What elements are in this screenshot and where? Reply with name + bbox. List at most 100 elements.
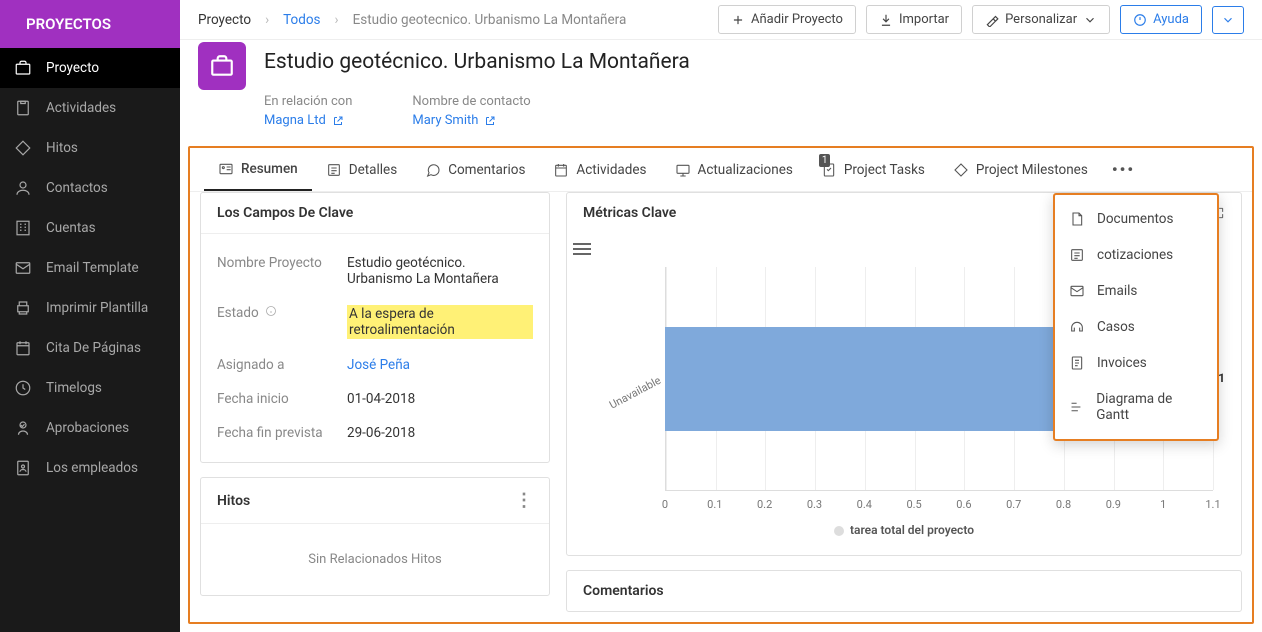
contact-value: Mary Smith	[412, 113, 478, 128]
sidebar-item-timelogs[interactable]: Timelogs	[0, 368, 180, 408]
btn-label: Ayuda	[1153, 12, 1189, 27]
chart-xtick: 0.7	[1006, 498, 1021, 511]
main: Proyecto › Todos › Estudio geotecnico. U…	[180, 0, 1262, 632]
relation-link[interactable]: Magna Ltd	[264, 113, 344, 128]
contact-link[interactable]: Mary Smith	[412, 113, 496, 128]
sidebar-item-proyecto[interactable]: Proyecto	[0, 48, 180, 88]
info-icon	[265, 305, 277, 317]
dd-label: cotizaciones	[1097, 247, 1173, 263]
field-label-inicio: Fecha inicio	[217, 391, 347, 407]
sidebar-item-empleados[interactable]: Los empleados	[0, 448, 180, 488]
btn-label: Añadir Proyecto	[751, 12, 843, 27]
metrics-heading: Métricas Clave	[583, 205, 676, 221]
sidebar-item-hitos[interactable]: Hitos	[0, 128, 180, 168]
chart-legend: tarea total del proyecto	[585, 523, 1223, 537]
field-value-nombre: Estudio geotécnico. Urbanismo La Montañe…	[347, 255, 533, 287]
hitos-card: Hitos ⋮ Sin Relacionados Hitos	[200, 477, 550, 596]
tab-resumen[interactable]: Resumen	[204, 149, 312, 191]
tabs-more[interactable]: •••	[1102, 148, 1145, 191]
tab-label: Project Tasks	[844, 162, 925, 178]
chart-bar-label: 1	[1218, 371, 1225, 385]
tab-label: Comentarios	[448, 162, 525, 178]
dd-cotizaciones[interactable]: cotizaciones	[1055, 237, 1217, 273]
card-heading: Los Campos De Clave	[201, 193, 549, 234]
tab-label: Project Milestones	[976, 162, 1088, 178]
breadcrumb-root[interactable]: Proyecto	[198, 12, 251, 28]
field-label-nombre: Nombre Proyecto	[217, 255, 347, 287]
tab-label: Detalles	[349, 162, 397, 178]
tab-detalles[interactable]: Detalles	[312, 150, 411, 190]
sidebar-item-cita[interactable]: Cita De Páginas	[0, 328, 180, 368]
btn-label: Importar	[899, 12, 949, 27]
sidebar-label: Los empleados	[46, 460, 138, 476]
chart-xtick: 0.3	[807, 498, 822, 511]
sidebar-item-imprimir[interactable]: Imprimir Plantilla	[0, 288, 180, 328]
field-label-fin: Fecha fin prevista	[217, 425, 347, 441]
card-heading: Hitos	[217, 493, 250, 509]
tab-project-tasks[interactable]: 1 Project Tasks	[807, 150, 939, 190]
customize-button[interactable]: Personalizar	[972, 5, 1110, 34]
page-title: Estudio geotécnico. Urbanismo La Montañe…	[264, 50, 690, 74]
sidebar-title: PROYECTOS	[26, 15, 111, 33]
add-project-button[interactable]: Añadir Proyecto	[718, 5, 856, 34]
help-button[interactable]: Ayuda	[1120, 5, 1202, 34]
dd-invoices[interactable]: Invoices	[1055, 345, 1217, 381]
sidebar-item-cuentas[interactable]: Cuentas	[0, 208, 180, 248]
relation-value: Magna Ltd	[264, 113, 326, 128]
tabs-overflow-menu: Documentos cotizaciones Emails Casos Inv…	[1053, 193, 1219, 441]
chevron-down-icon	[1083, 13, 1097, 27]
sidebar-item-actividades[interactable]: Actividades	[0, 88, 180, 128]
dd-casos[interactable]: Casos	[1055, 309, 1217, 345]
printer-icon	[14, 299, 32, 317]
chart-ylabel: Unavailable	[591, 374, 663, 421]
comentarios-card: Comentarios	[566, 570, 1242, 612]
sidebar-item-aprobaciones[interactable]: Aprobaciones	[0, 408, 180, 448]
tab-project-milestones[interactable]: Project Milestones	[939, 150, 1102, 190]
dd-label: Invoices	[1097, 355, 1147, 371]
card-menu[interactable]: ⋮	[515, 490, 533, 511]
tab-comentarios[interactable]: Comentarios	[411, 150, 539, 190]
briefcase-icon	[14, 59, 32, 77]
sidebar-label: Timelogs	[46, 380, 102, 396]
breadcrumb-all[interactable]: Todos	[283, 12, 320, 28]
tab-label: Resumen	[241, 161, 298, 177]
field-value-estado: A la espera de retroalimentación	[347, 305, 533, 339]
chevron-down-icon	[1221, 13, 1235, 27]
dd-emails[interactable]: Emails	[1055, 273, 1217, 309]
chart-xtick: 0.8	[1056, 498, 1071, 511]
chart-xtick: 0.6	[956, 498, 971, 511]
dd-gantt[interactable]: Diagrama de Gantt	[1055, 381, 1217, 433]
chart-xtick: 1.1	[1205, 498, 1220, 511]
sidebar-item-contactos[interactable]: Contactos	[0, 168, 180, 208]
field-value-asignado[interactable]: José Peña	[347, 357, 533, 373]
calendar-icon	[14, 339, 32, 357]
contact-label: Nombre de contacto	[412, 94, 530, 109]
user-icon	[14, 179, 32, 197]
chart-xtick: 0.1	[707, 498, 722, 511]
sidebar-label: Imprimir Plantilla	[46, 300, 148, 316]
dd-label: Documentos	[1097, 211, 1173, 227]
external-link-icon	[332, 115, 344, 127]
dd-label: Casos	[1097, 319, 1135, 335]
clock-icon	[14, 379, 32, 397]
tabs: Resumen Detalles Comentarios Actividades…	[190, 148, 1252, 192]
field-label-asignado: Asignado a	[217, 357, 347, 373]
sidebar-label: Proyecto	[46, 60, 99, 76]
sidebar-label: Cuentas	[46, 220, 96, 236]
btn-label: Personalizar	[1005, 12, 1077, 27]
sidebar-label: Aprobaciones	[46, 420, 129, 436]
chart-xtick: 0	[662, 498, 668, 511]
clipboard-icon	[14, 99, 32, 117]
import-button[interactable]: Importar	[866, 5, 962, 34]
sidebar-item-email-template[interactable]: Email Template	[0, 248, 180, 288]
highlighted-region: Resumen Detalles Comentarios Actividades…	[188, 146, 1254, 624]
tab-actualizaciones[interactable]: Actualizaciones	[661, 150, 807, 190]
tab-badge: 1	[819, 154, 831, 167]
mail-icon	[14, 259, 32, 277]
tab-actividades[interactable]: Actividades	[539, 150, 660, 190]
tab-label: Actualizaciones	[698, 162, 793, 178]
dd-documentos[interactable]: Documentos	[1055, 201, 1217, 237]
project-icon	[198, 42, 246, 90]
help-dropdown-button[interactable]	[1212, 6, 1244, 34]
sidebar-label: Contactos	[46, 180, 108, 196]
